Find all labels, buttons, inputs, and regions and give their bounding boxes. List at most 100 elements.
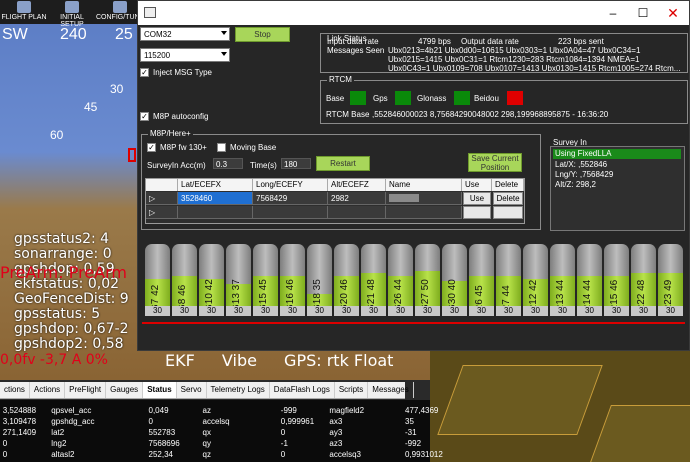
port-select[interactable]: COM32 (140, 27, 230, 41)
status-row: 3,109478 gpshdg_acc 0 accelsq 0,999961 ax3 35 (0, 417, 430, 428)
initial-setup-button[interactable]: INITIAL SETUP (48, 0, 96, 28)
status-cell: accelsq3 (329, 450, 361, 459)
satellite-cn-value: 30 (415, 306, 440, 316)
hud-line: gpsstatus2: 4 (14, 231, 110, 247)
tab-telemetry-logs[interactable]: Telemetry Logs (207, 382, 270, 398)
status-cell: 3,524888 (2, 406, 37, 415)
status-cell: 0 (280, 428, 286, 437)
satellite-bar: G27 50 30 (415, 244, 440, 316)
status-cell: -992 (405, 439, 422, 448)
hud-line: sonarrange: 0 (14, 246, 112, 262)
checkbox-box: ✓ (140, 68, 149, 77)
checkbox-box (217, 143, 226, 152)
status-cell: -31 (405, 428, 417, 437)
status-cell: 0,049 (148, 406, 169, 415)
satellite-bar: G15 45 30 (253, 244, 278, 316)
tab-servo[interactable]: Servo (177, 382, 207, 398)
status-cell: 7568696 (148, 439, 180, 448)
survey-acc-input[interactable]: 0.3 (213, 158, 243, 169)
stop-button[interactable]: Stop (235, 27, 290, 42)
status-cell: 0,999961 (280, 417, 315, 426)
grid-header[interactable]: Use (462, 179, 492, 191)
satellite-bar: G16 46 30 (280, 244, 305, 316)
satellite-bar: G30 40 30 (442, 244, 467, 316)
survey-in-list[interactable]: Using FixedLLA Lat/X: ,552846 Lng/Y: ,75… (550, 146, 685, 231)
name-cell[interactable] (386, 206, 462, 219)
chevron-down-icon (221, 52, 227, 56)
status-cell: qz (202, 450, 211, 459)
status-row: 0 altasl2 252,34 qz 0 accelsq3 0,9931012 (0, 450, 443, 461)
glonass-label: Glonass (417, 94, 447, 103)
new-row-pointer[interactable]: ▷ (146, 206, 178, 219)
chevron-down-icon (221, 31, 227, 35)
alt-cell[interactable]: 2982 (328, 192, 386, 205)
inject-msg-checkbox[interactable]: ✓ Inject MSG Type (140, 68, 212, 77)
status-cell: -1 (280, 439, 288, 448)
satellite-cn-value: 30 (604, 306, 629, 316)
map-view[interactable] (430, 345, 690, 462)
status-cell: az (202, 406, 211, 415)
delete-button[interactable]: Delete (493, 192, 523, 205)
satellite-bar: G20 46 30 (334, 244, 359, 316)
m8p-autoconfig-checkbox[interactable]: ✓ M8P autoconfig (140, 112, 208, 121)
grid-header[interactable]: Name (386, 179, 462, 191)
maximize-button[interactable]: ☐ (628, 1, 658, 25)
flight-plan-button[interactable]: FLIGHT PLAN (0, 0, 48, 21)
m8p-title: M8P/Here+ (148, 129, 193, 138)
minimize-button[interactable]: – (598, 1, 628, 25)
baud-select[interactable]: 115200 (140, 48, 230, 62)
row-pointer[interactable]: ▷ (146, 192, 178, 205)
tab-scripts[interactable]: Scripts (335, 382, 369, 398)
status-row: 3,524888 qpsvel_acc 0,049 az -999 magfield2 47… (0, 406, 439, 417)
hud-line: gpshdop: 0,67-2 (14, 321, 129, 337)
vibe-status[interactable]: Vibe (222, 351, 257, 370)
lng-cell[interactable] (253, 206, 328, 219)
lat-cell[interactable]: 3528460 (178, 192, 253, 205)
tab-messages[interactable]: Messages (368, 382, 414, 398)
status-cell: az3 (329, 439, 343, 448)
rtcm-title: RTCM (327, 75, 354, 84)
save-position-button[interactable]: Save Current Position (468, 153, 522, 172)
moving-base-checkbox[interactable]: Moving Base (217, 143, 276, 152)
satellite-cn-value: 30 (145, 306, 170, 316)
status-row: 271,1409 lat2 552783 qx 0 ay3 -31 (0, 428, 430, 439)
time-input[interactable]: 180 (281, 158, 311, 169)
tab-status[interactable]: Status (143, 382, 177, 398)
status-table: 3,524888 qpsvel_acc 0,049 az -999 magfield2 47… (0, 400, 443, 462)
flight-plan-icon (17, 1, 31, 13)
tab-gauges[interactable]: Gauges (106, 382, 144, 398)
delete-button[interactable] (493, 206, 523, 219)
use-button[interactable] (463, 206, 491, 219)
close-button[interactable]: ✕ (658, 1, 688, 25)
grid-header[interactable]: Alt/ECEFZ (328, 179, 386, 191)
tab-actions[interactable]: Actions (30, 382, 66, 398)
tab-quick[interactable]: ctions (0, 382, 30, 398)
output-rate-value: 223 bps sent (558, 37, 604, 46)
lat-cell[interactable] (178, 206, 253, 219)
name-cell[interactable] (386, 192, 462, 205)
grid-header[interactable]: Delete (492, 179, 524, 191)
satellite-bar: R12 42 30 (523, 244, 548, 316)
satellite-cn-value: 30 (550, 306, 575, 316)
grid-header[interactable]: Lat/ECEFX (178, 179, 253, 191)
grid-header[interactable]: Long/ECEFY (253, 179, 328, 191)
alt-cell[interactable] (328, 206, 386, 219)
messages-line: Ubx0213=4b21 Ubx0d00=10615 Ubx0303=1 Ubx… (388, 46, 641, 55)
status-cell: qy (202, 439, 211, 448)
tab-preflight[interactable]: PreFlight (65, 382, 107, 398)
grid-corner (146, 179, 178, 191)
use-button[interactable]: Use (463, 192, 491, 205)
survey-in-selected[interactable]: Using FixedLLA (553, 149, 681, 159)
messages-seen-label: Messages Seen (327, 46, 385, 55)
restart-button[interactable]: Restart (316, 156, 370, 171)
tab-strip: ctions Actions PreFlight Gauges Status S… (0, 382, 414, 399)
ekf-status[interactable]: EKF (165, 351, 195, 370)
tab-dataflash-logs[interactable]: DataFlash Logs (270, 382, 335, 398)
status-cell: qpsvel_acc (51, 406, 92, 415)
lng-cell[interactable]: 7568429 (253, 192, 328, 205)
satellite-cn-value: 30 (334, 306, 359, 316)
m8p-fw-checkbox[interactable]: ✓ M8P fw 130+ (147, 143, 207, 152)
status-cell: magfield2 (329, 406, 365, 415)
status-cell: 0,9931012 (405, 450, 443, 459)
satellite-bar: R22 48 30 (631, 244, 656, 316)
